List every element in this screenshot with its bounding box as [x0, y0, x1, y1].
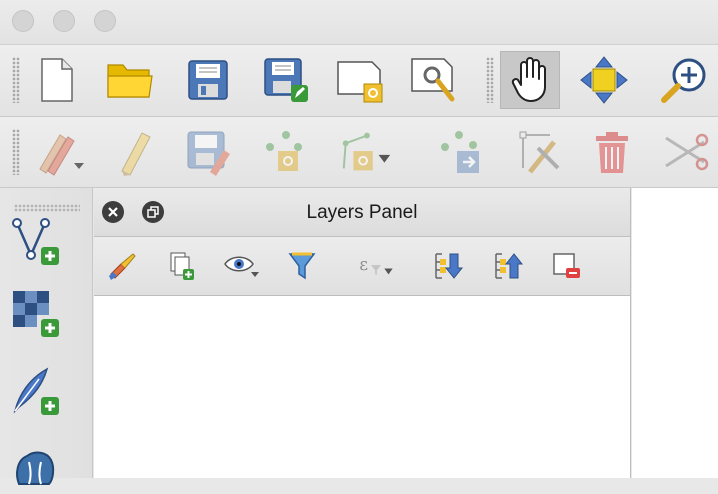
- new-vector-layer-icon: [12, 218, 59, 265]
- zoom-in-button[interactable]: [654, 51, 714, 109]
- toggle-editing-button[interactable]: [104, 123, 164, 181]
- new-vector-layer-button[interactable]: [6, 214, 66, 270]
- add-postgis-layer-button[interactable]: [6, 438, 66, 494]
- save-layer-edits-button[interactable]: [178, 123, 238, 181]
- current-edits-button[interactable]: [30, 123, 90, 181]
- save-project-button[interactable]: [178, 51, 238, 109]
- new-raster-layer-icon: [13, 291, 59, 337]
- collapse-all-icon: [495, 253, 524, 279]
- add-delimited-text-layer-button[interactable]: [6, 364, 66, 420]
- panel-header: Layers Panel: [94, 188, 630, 237]
- toggle-editing-icon: [121, 132, 151, 176]
- node-tool-button[interactable]: [508, 123, 568, 181]
- node-tool-icon: [519, 131, 560, 174]
- open-project-icon: [107, 64, 153, 98]
- new-raster-layer-button[interactable]: [6, 286, 66, 342]
- pan-map-icon: [511, 57, 546, 102]
- window-zoom-button[interactable]: [94, 10, 116, 32]
- expand-all-icon: [435, 253, 464, 279]
- digitizing-toolbar: [0, 117, 718, 188]
- move-feature-button[interactable]: [430, 123, 490, 181]
- vertex-tool-icon: [342, 132, 391, 171]
- collapse-all-button[interactable]: [488, 249, 528, 283]
- pan-map-button[interactable]: [500, 51, 560, 109]
- cut-features-button[interactable]: [656, 123, 716, 181]
- svg-text:ε: ε: [359, 255, 368, 274]
- save-layer-edits-icon: [187, 131, 230, 176]
- remove-layer-button[interactable]: [546, 249, 586, 283]
- filter-legend-button[interactable]: [282, 249, 322, 283]
- new-project-icon: [41, 58, 73, 102]
- cut-features-icon: [665, 133, 709, 171]
- vertex-tool-button[interactable]: [336, 123, 396, 181]
- map-canvas[interactable]: [632, 188, 718, 478]
- window-titlebar: [0, 0, 718, 45]
- layer-tree[interactable]: [94, 296, 630, 478]
- pan-to-selection-icon: [580, 56, 628, 104]
- move-feature-icon: [441, 131, 479, 173]
- layers-panel: Layers Panel ε: [94, 188, 631, 478]
- toolbar-grip[interactable]: [14, 204, 80, 212]
- zoom-in-icon: [661, 58, 706, 103]
- filter-legend-icon: [288, 252, 316, 280]
- pan-to-selection-button[interactable]: [574, 51, 634, 109]
- new-print-layout-icon: [337, 61, 383, 103]
- project-toolbar: [0, 45, 718, 117]
- add-delimited-text-layer-icon: [13, 367, 59, 415]
- layout-manager-button[interactable]: [404, 51, 464, 109]
- add-group-button[interactable]: [160, 249, 200, 283]
- manage-layers-toolbar: [0, 188, 93, 485]
- window-minimize-button[interactable]: [53, 10, 75, 32]
- toolbar-grip[interactable]: [486, 57, 494, 103]
- filter-by-expression-button[interactable]: ε: [356, 249, 396, 283]
- add-point-feature-icon: [266, 131, 302, 171]
- add-group-icon: [170, 252, 194, 280]
- current-edits-icon: [39, 134, 84, 176]
- open-project-button[interactable]: [100, 51, 160, 109]
- open-layer-styling-icon: [109, 253, 136, 280]
- delete-selected-button[interactable]: [582, 123, 642, 181]
- save-as-button[interactable]: [256, 51, 316, 109]
- expand-all-button[interactable]: [428, 249, 468, 283]
- filter-by-expression-icon: ε: [359, 255, 393, 276]
- manage-map-themes-button[interactable]: [222, 249, 262, 283]
- manage-map-themes-icon: [224, 256, 259, 277]
- new-project-button[interactable]: [26, 51, 86, 109]
- toolbar-grip[interactable]: [12, 57, 20, 103]
- save-as-icon: [264, 58, 308, 102]
- layout-manager-icon: [411, 58, 455, 102]
- new-print-layout-button[interactable]: [330, 51, 390, 109]
- delete-selected-icon: [596, 132, 628, 173]
- panel-title: Layers Panel: [306, 202, 418, 223]
- add-postgis-layer-icon: [16, 451, 55, 485]
- remove-layer-icon: [553, 253, 580, 278]
- toolbar-grip[interactable]: [12, 129, 20, 175]
- save-project-icon: [188, 60, 228, 100]
- add-point-feature-button[interactable]: [254, 123, 314, 181]
- open-layer-styling-button[interactable]: [102, 249, 142, 283]
- window-close-button[interactable]: [12, 10, 34, 32]
- layers-panel-toolbar: ε: [94, 237, 630, 296]
